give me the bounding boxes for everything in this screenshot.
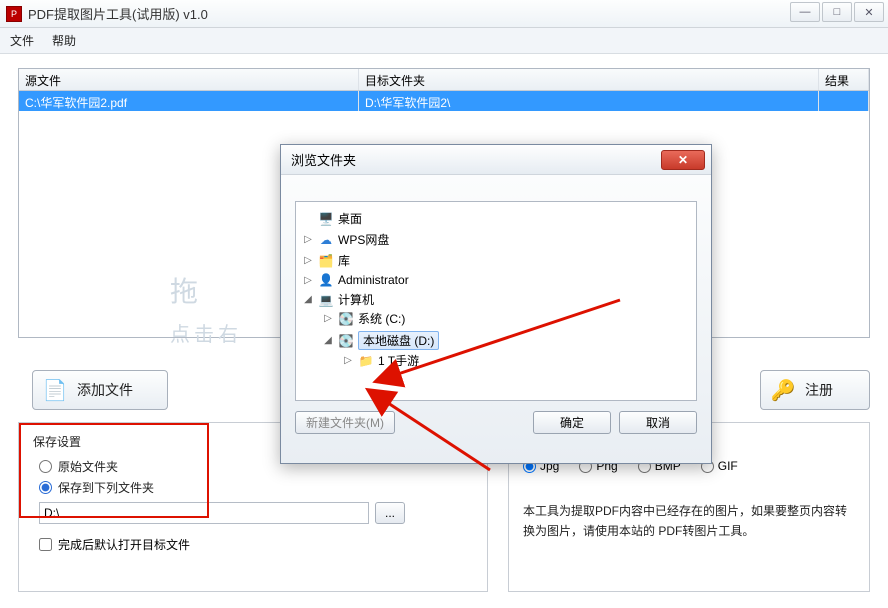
radio-custom-folder[interactable]: 保存到下列文件夹: [39, 479, 473, 496]
cell-target: D:\华军软件园2\: [359, 91, 819, 111]
radio-custom-label: 保存到下列文件夹: [58, 479, 154, 496]
register-icon: 🔑: [769, 376, 797, 404]
radio-custom-input[interactable]: [39, 481, 52, 494]
tree-administrator[interactable]: ▷👤Administrator: [302, 273, 690, 287]
header-result[interactable]: 结果: [819, 69, 869, 90]
header-target[interactable]: 目标文件夹: [359, 69, 819, 90]
save-path-input[interactable]: [39, 502, 369, 524]
open-after-checkbox-row[interactable]: 完成后默认打开目标文件: [39, 536, 473, 553]
cell-result: [819, 91, 869, 111]
ok-button[interactable]: 确定: [533, 411, 611, 434]
tree-drive-d[interactable]: ◢💽本地磁盘 (D:): [322, 331, 690, 350]
cloud-icon: ☁: [318, 233, 334, 247]
add-file-label: 添加文件: [77, 380, 133, 400]
menu-file[interactable]: 文件: [10, 32, 34, 49]
dialog-buttons: 新建文件夹(M) 确定 取消: [281, 411, 711, 434]
close-button[interactable]: ✕: [854, 2, 884, 22]
app-icon: P: [6, 6, 22, 22]
tree-drive-c[interactable]: ▷💽系统 (C:): [322, 310, 690, 327]
library-icon: 🗂️: [318, 254, 334, 268]
browse-folder-dialog: 浏览文件夹 ✕ 🖥️桌面 ▷☁WPS网盘 ▷🗂️库 ▷👤Administrato…: [280, 144, 712, 464]
open-after-checkbox[interactable]: [39, 538, 52, 551]
add-file-icon: 📄: [41, 376, 69, 404]
menu-help[interactable]: 帮助: [52, 32, 76, 49]
tree-subfolder[interactable]: ▷📁1 T手游: [342, 352, 690, 369]
table-row[interactable]: C:\华军软件园2.pdf D:\华军软件园2\: [19, 91, 869, 111]
info-text: 本工具为提取PDF内容中已经存在的图片，如果要整页内容转换为图片，请使用本站的 …: [523, 501, 855, 542]
register-button[interactable]: 🔑 注册: [760, 370, 870, 410]
dialog-close-button[interactable]: ✕: [661, 150, 705, 170]
header-source[interactable]: 源文件: [19, 69, 359, 90]
folder-icon: 📁: [358, 354, 374, 368]
folder-tree[interactable]: 🖥️桌面 ▷☁WPS网盘 ▷🗂️库 ▷👤Administrator ◢💻计算机 …: [295, 201, 697, 401]
title-bar: P PDF提取图片工具(试用版) v1.0 — □ ✕: [0, 0, 888, 28]
new-folder-button[interactable]: 新建文件夹(M): [295, 411, 395, 434]
maximize-button[interactable]: □: [822, 2, 852, 22]
tree-drive-d-label: 本地磁盘 (D:): [358, 331, 439, 350]
computer-icon: 💻: [318, 293, 334, 307]
tree-computer[interactable]: ◢💻计算机: [302, 291, 690, 308]
radio-original-input[interactable]: [39, 460, 52, 473]
drive-icon: 💽: [338, 312, 354, 326]
radio-original-label: 原始文件夹: [58, 458, 118, 475]
window-title: PDF提取图片工具(试用版) v1.0: [28, 4, 208, 23]
add-file-button[interactable]: 📄 添加文件: [32, 370, 168, 410]
tree-desktop[interactable]: 🖥️桌面: [302, 210, 690, 227]
open-after-label: 完成后默认打开目标文件: [58, 536, 190, 553]
cancel-button[interactable]: 取消: [619, 411, 697, 434]
cell-source: C:\华军软件园2.pdf: [19, 91, 359, 111]
tree-wps[interactable]: ▷☁WPS网盘: [302, 231, 690, 248]
register-label: 注册: [805, 380, 833, 400]
browse-button[interactable]: ...: [375, 502, 405, 524]
menu-bar: 文件 帮助: [0, 28, 888, 54]
tree-library[interactable]: ▷🗂️库: [302, 252, 690, 269]
dialog-title: 浏览文件夹: [291, 150, 356, 169]
drive-icon: 💽: [338, 334, 354, 348]
minimize-button[interactable]: —: [790, 2, 820, 22]
desktop-icon: 🖥️: [318, 212, 334, 226]
table-header: 源文件 目标文件夹 结果: [19, 69, 869, 91]
user-icon: 👤: [318, 273, 334, 287]
dialog-titlebar: 浏览文件夹 ✕: [281, 145, 711, 175]
